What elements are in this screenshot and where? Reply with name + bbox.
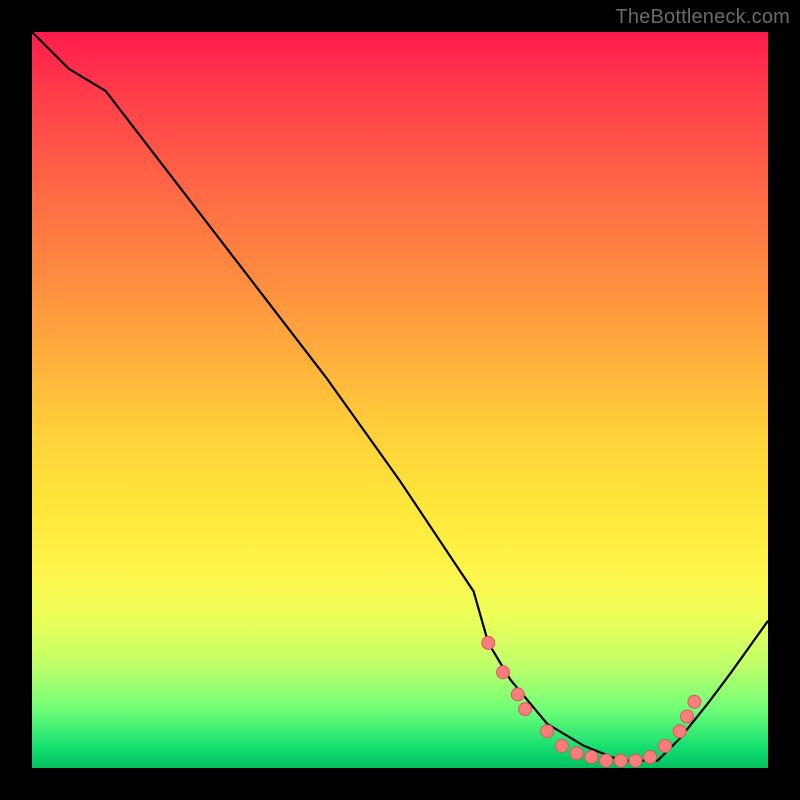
- curve-marker: [614, 754, 627, 767]
- curve-marker: [585, 751, 598, 764]
- curve-marker: [570, 747, 583, 760]
- curve-marker: [600, 754, 613, 767]
- watermark-text: TheBottleneck.com: [615, 6, 790, 29]
- curve-marker: [555, 739, 568, 752]
- curve-marker: [681, 710, 694, 723]
- curve-marker: [629, 754, 642, 767]
- curve-marker: [644, 751, 657, 764]
- curve-marker: [482, 636, 495, 649]
- bottleneck-curve-path: [32, 32, 768, 761]
- curve-marker: [497, 666, 510, 679]
- curve-marker: [511, 688, 524, 701]
- curve-marker: [519, 703, 532, 716]
- bottleneck-curve-svg: [32, 32, 768, 768]
- curve-marker: [541, 725, 554, 738]
- chart-frame: TheBottleneck.com: [0, 0, 800, 800]
- marker-group: [482, 636, 701, 767]
- curve-marker: [673, 725, 686, 738]
- curve-marker: [659, 739, 672, 752]
- curve-marker: [688, 695, 701, 708]
